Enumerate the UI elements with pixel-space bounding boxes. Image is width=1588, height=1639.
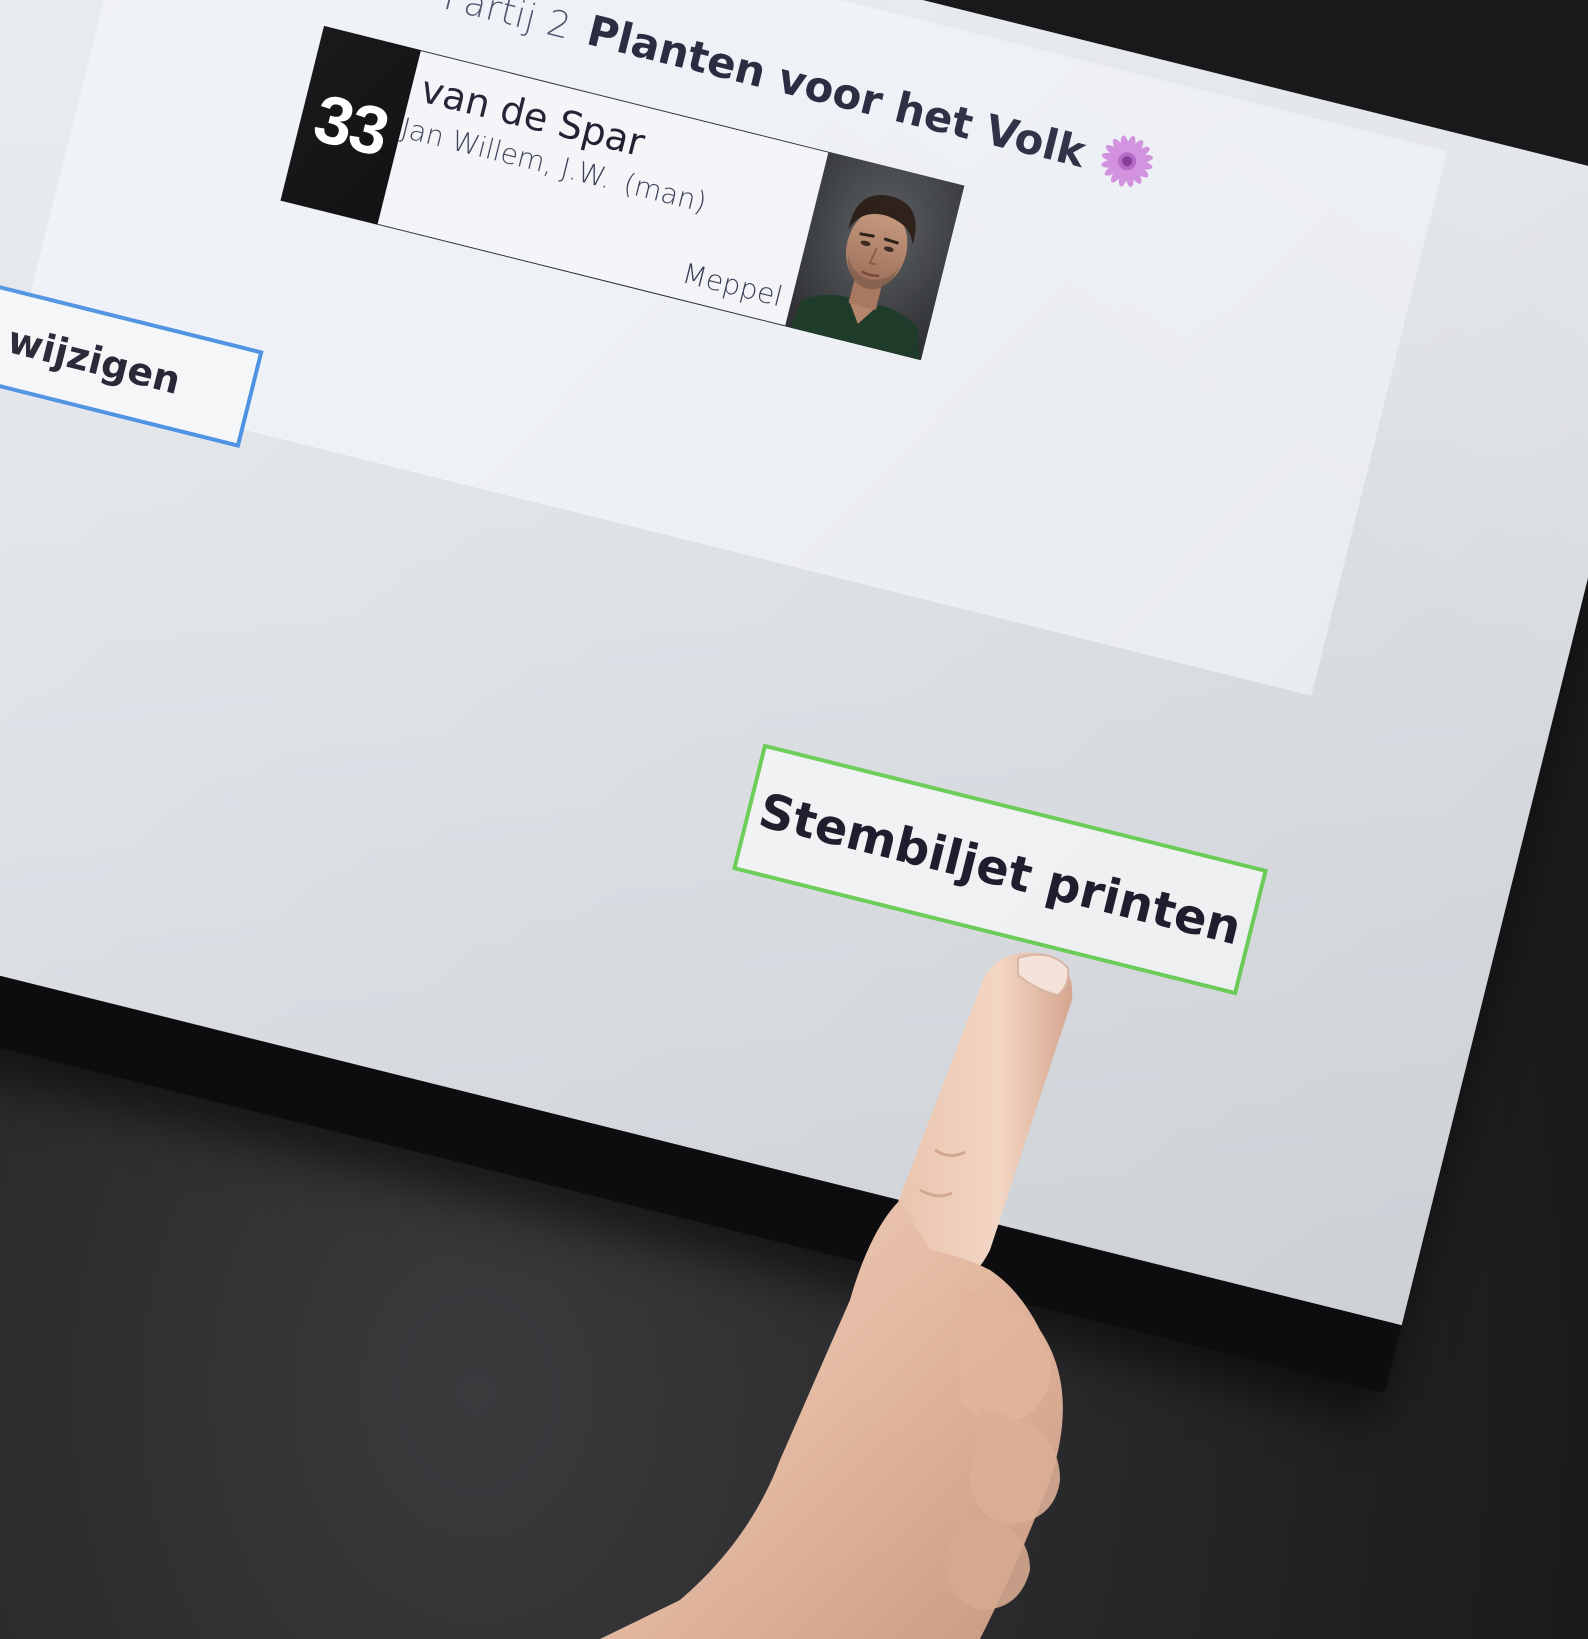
party-number: Partij 2 <box>439 0 576 48</box>
voting-terminal: Partij 2 Planten voor het Volk 33 van de… <box>0 0 1588 1394</box>
flower-icon <box>1094 128 1159 193</box>
touchscreen: Partij 2 Planten voor het Volk 33 van de… <box>0 0 1588 1326</box>
candidate-city: Meppel <box>679 256 786 314</box>
photo-scene: Partij 2 Planten voor het Volk 33 van de… <box>0 0 1588 1639</box>
candidate-gender: (man) <box>620 166 710 220</box>
print-ballot-button[interactable]: Stembiljet printen <box>732 743 1269 996</box>
